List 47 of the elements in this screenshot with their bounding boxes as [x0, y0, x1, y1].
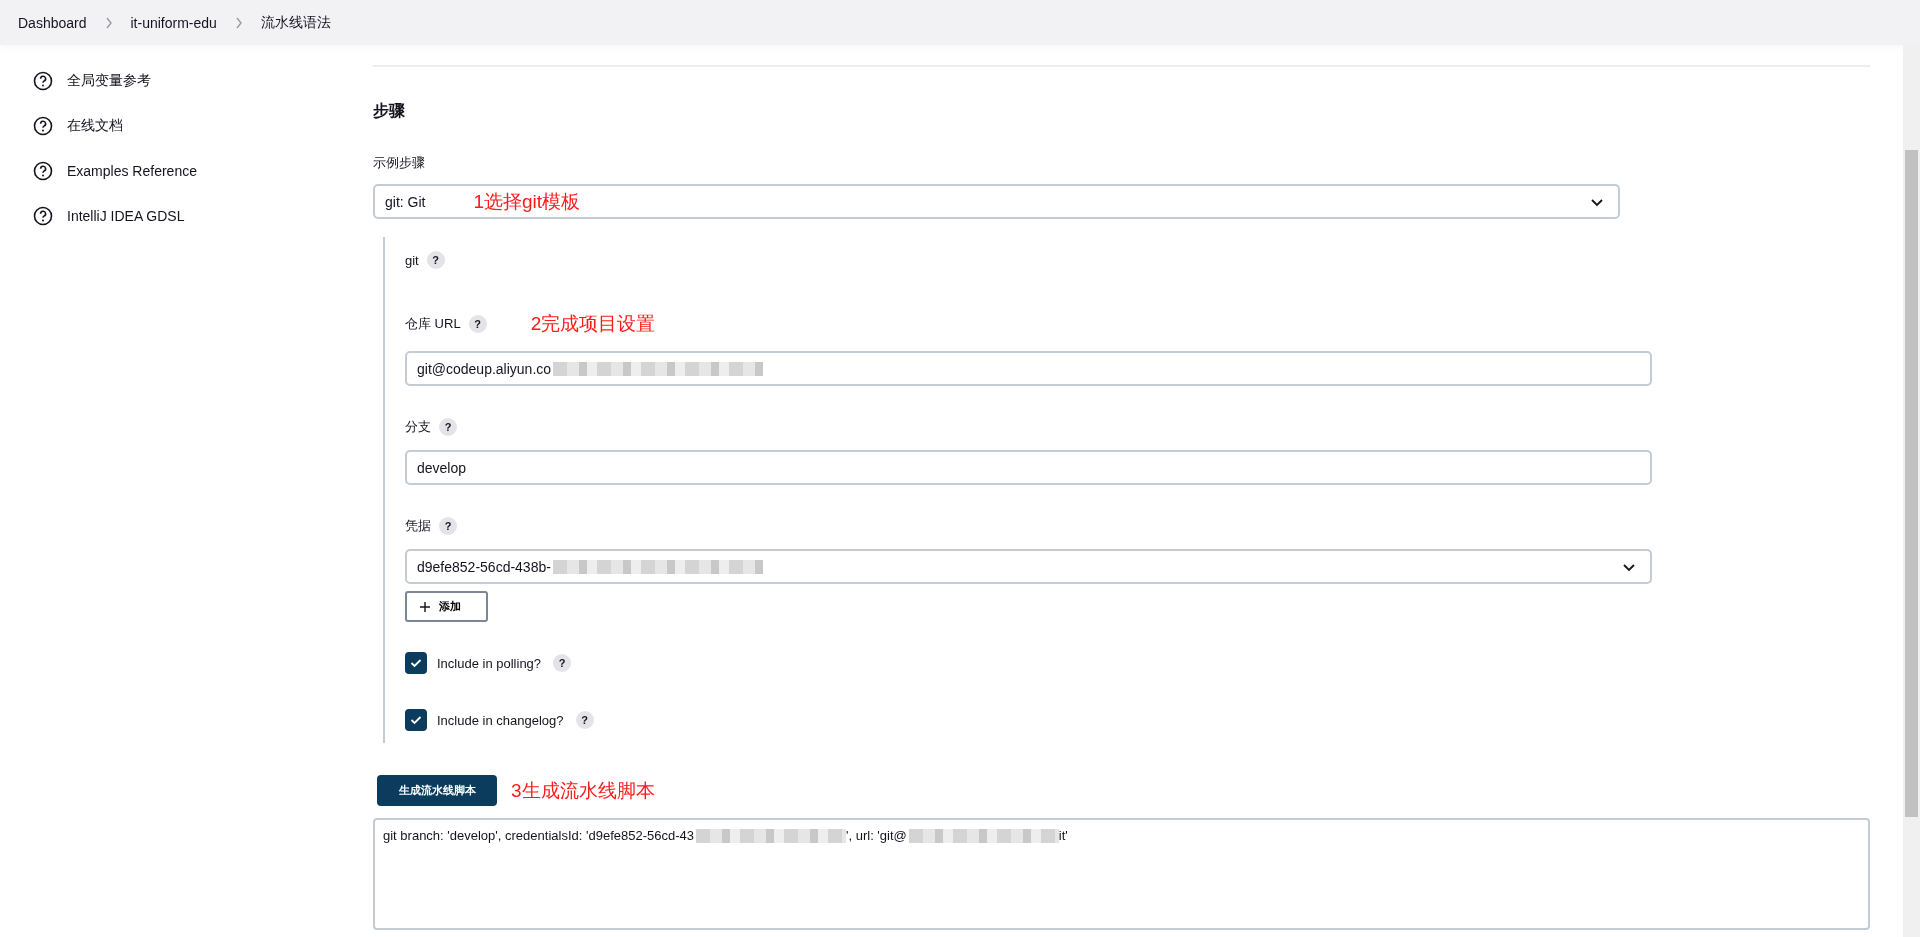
checkbox-label: Include in changelog? [437, 712, 564, 728]
annotation-text: 3生成流水线脚本 [511, 778, 655, 803]
input-field[interactable]: git@codeup.aliyun.co [405, 351, 1652, 386]
sidebar-item[interactable]: 在线文档 [33, 116, 373, 136]
help-button[interactable]: ? [439, 517, 457, 535]
breadcrumb-link[interactable]: it-uniform-edu [130, 14, 217, 31]
breadcrumb-link[interactable]: 流水线语法 [260, 13, 331, 32]
help-circle-icon [33, 71, 53, 91]
sidebar-item[interactable]: IntelliJ IDEA GDSL [33, 206, 373, 226]
help-circle-icon [33, 206, 53, 226]
field-label: 示例步骤 [373, 154, 426, 172]
field-label: 仓库 URL [405, 315, 461, 333]
help-button[interactable]: ? [468, 315, 487, 333]
annotation-text: 2完成项目设置 [530, 312, 656, 336]
field-label: 凭据 [405, 517, 431, 535]
script-text: ', url: 'git@ [846, 828, 907, 843]
help-circle-icon [33, 116, 53, 136]
field-label: git [405, 252, 419, 268]
check-icon [410, 715, 422, 725]
section-heading: 步骤 [373, 101, 406, 121]
generate-button[interactable]: 生成流水线脚本 [377, 775, 497, 806]
script-text: it' [1058, 828, 1068, 843]
checkbox[interactable] [405, 709, 427, 731]
script-output-area[interactable]: git branch: 'develop', credentialsId: 'd9efe852-56cd-43 ', url: 'git@ it' [373, 818, 1870, 930]
check-icon [410, 658, 422, 668]
field-label: 分支 [405, 418, 431, 436]
scrollbar[interactable] [1903, 45, 1920, 937]
plus-icon [419, 600, 431, 613]
help-circle-icon [33, 161, 53, 181]
breadcrumb-link[interactable]: Dashboard [18, 14, 87, 31]
add-button[interactable]: 添加 [405, 591, 488, 622]
help-button[interactable]: ? [575, 711, 594, 729]
checkbox[interactable] [405, 652, 427, 674]
chevron-right-icon [104, 16, 113, 29]
help-button[interactable]: ? [426, 251, 445, 269]
sidebar-item[interactable]: Examples Reference [33, 161, 373, 181]
sidebar-item[interactable]: 全局变量参考 [33, 71, 373, 91]
annotation-text: 1选择git模板 [473, 189, 581, 214]
chevron-right-icon [234, 16, 243, 29]
step-select[interactable]: git: Git 1选择git模板 [373, 184, 1620, 219]
checkbox-label: Include in polling? [437, 655, 542, 671]
help-button[interactable]: ? [553, 654, 572, 672]
input-field[interactable]: develop [405, 450, 1652, 485]
select-value: git: Git [385, 193, 426, 210]
credentials-select[interactable]: d9efe852-56cd-438b- [405, 549, 1652, 584]
help-button[interactable]: ? [439, 418, 457, 436]
script-text: git branch: 'develop', credentialsId: 'd9efe852-56cd-43 [383, 828, 694, 843]
